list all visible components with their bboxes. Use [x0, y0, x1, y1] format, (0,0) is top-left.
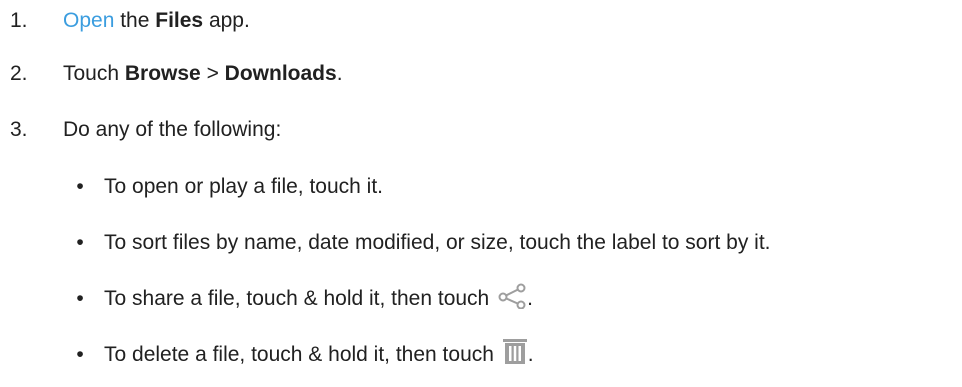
step-number: 1. [10, 9, 28, 32]
step-text-part: Touch [63, 62, 125, 85]
step-text-part: . [336, 62, 343, 85]
bullet: • [76, 287, 84, 310]
substep-text: To share a file, touch & hold it, then t… [104, 283, 533, 311]
step-text-part: > [200, 62, 225, 85]
browse-label: Browse [124, 62, 201, 85]
step-number: 3. [10, 118, 28, 141]
substep-text: To sort files by name, date modified, or… [104, 231, 771, 254]
step-text: Do any of the following: [63, 118, 282, 141]
substep-text-part: To delete a file, touch & hold it, then … [104, 343, 500, 366]
downloads-label: Downloads [224, 62, 337, 85]
bullet: • [76, 175, 84, 198]
step-text-part: app. [203, 9, 250, 32]
step-text: Open the Files app. [63, 9, 250, 33]
substep-text: To delete a file, touch & hold it, then … [104, 339, 534, 367]
substep-text-part: To share a file, touch & hold it, then t… [104, 287, 496, 310]
substep-text-part: . [527, 343, 534, 366]
step-text-part: the [114, 9, 156, 32]
open-link[interactable]: Open [63, 9, 114, 32]
step-number: 2. [10, 62, 28, 85]
files-app-name: Files [155, 9, 204, 32]
share-icon [497, 283, 527, 310]
step-text: Touch Browse > Downloads. [63, 62, 343, 86]
substep-text: To open or play a file, touch it. [104, 175, 383, 198]
bullet: • [76, 343, 84, 366]
bullet: • [76, 231, 84, 254]
trash-icon [502, 337, 528, 365]
substep-text-part: . [527, 287, 533, 310]
